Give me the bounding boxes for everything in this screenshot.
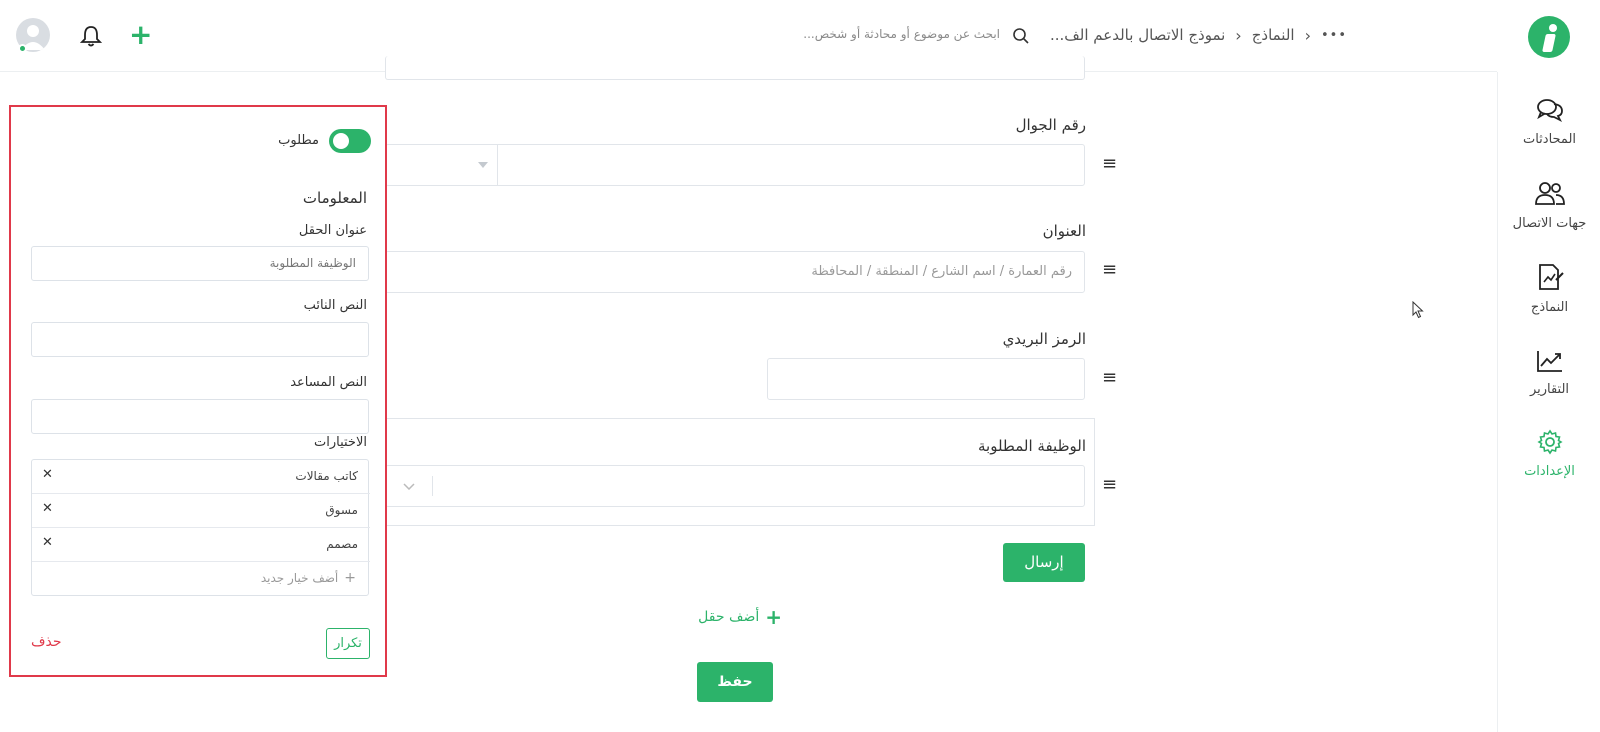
sidebar-item-settings[interactable]: الإعدادات — [1498, 428, 1600, 479]
add-new-button[interactable]: + — [129, 21, 152, 49]
help-text-label: النص المساعد — [290, 375, 367, 390]
sidebar-item-reports[interactable]: التقارير — [1498, 348, 1600, 397]
required-toggle[interactable] — [329, 129, 371, 153]
submit-button[interactable]: إرسال — [1003, 543, 1085, 582]
search-bar[interactable]: ابحث عن موضوع أو محادثة أو شخص... — [790, 22, 1030, 50]
online-status-dot — [18, 44, 27, 53]
breadcrumb-more[interactable]: ••• — [1321, 28, 1347, 43]
duplicate-button[interactable]: تكرار — [326, 628, 370, 659]
sidebar-item-forms[interactable]: النماذج — [1498, 262, 1600, 315]
form-field-partial-top[interactable] — [385, 56, 1085, 80]
address-input[interactable]: رقم العمارة / اسم الشارع / المنطقة / الم… — [385, 251, 1085, 293]
options-list: كاتب مقالات ✕ مسوق ✕ مصمم ✕ + أضف خيار ج… — [31, 459, 370, 596]
sidebar-item-label: التقارير — [1529, 382, 1570, 397]
field-label-job: الوظيفة المطلوبة — [978, 437, 1086, 455]
search-input[interactable]: ابحث عن موضوع أو محادثة أو شخص... — [803, 27, 1000, 41]
chat-bubbles-icon — [1536, 99, 1563, 123]
chevron-left-icon: ‹ — [1235, 25, 1242, 45]
plus-icon: + — [344, 570, 356, 586]
caret-down-icon — [478, 162, 488, 168]
options-label: الاختيارات — [314, 435, 367, 450]
notifications-bell-icon[interactable] — [79, 24, 103, 48]
sidebar-item-label: الإعدادات — [1524, 464, 1575, 479]
add-field-label: أضف حقل — [698, 609, 760, 625]
add-field-button[interactable]: + أضف حقل — [692, 606, 782, 628]
breadcrumb-forms-link[interactable]: النماذج — [1252, 26, 1295, 44]
sidebar-item-label: جهات الاتصال — [1512, 216, 1587, 231]
required-label: مطلوب — [278, 133, 319, 148]
drag-handle-icon[interactable]: ≡ — [1102, 474, 1117, 495]
search-icon — [1013, 28, 1029, 44]
add-option-button[interactable]: + أضف خيار جديد — [261, 570, 356, 586]
help-text-input[interactable] — [31, 399, 369, 434]
drag-handle-icon[interactable]: ≡ — [1102, 367, 1117, 388]
plus-icon: + — [765, 605, 782, 629]
field-label-mobile: رقم الجوال — [1015, 116, 1086, 134]
alt-text-label: النص النائب — [303, 298, 367, 313]
country-code-select[interactable] — [386, 145, 498, 185]
delete-button[interactable]: حذف — [31, 634, 62, 650]
field-label-address: العنوان — [1042, 222, 1086, 240]
address-placeholder: رقم العمارة / اسم الشارع / المنطقة / الم… — [811, 264, 1072, 279]
option-item[interactable]: مصمم ✕ — [32, 528, 370, 562]
add-option-label: أضف خيار جديد — [260, 571, 339, 585]
drag-handle-icon[interactable]: ≡ — [1102, 153, 1117, 174]
option-text: كاتب مقالات — [295, 469, 358, 483]
drag-handle-icon[interactable]: ≡ — [1102, 259, 1117, 280]
remove-option-icon[interactable]: ✕ — [42, 501, 53, 516]
chevron-left-icon: ‹ — [1304, 25, 1311, 45]
sidebar-item-conversations[interactable]: المحادثات — [1498, 96, 1600, 147]
option-text: مصمم — [326, 537, 358, 551]
remove-option-icon[interactable]: ✕ — [42, 535, 53, 550]
app-logo[interactable] — [1528, 16, 1570, 58]
breadcrumb: ••• ‹ النماذج ‹ نموذج الاتصال بالدعم الف… — [1050, 24, 1347, 46]
sidebar-item-contacts[interactable]: جهات الاتصال — [1498, 180, 1600, 231]
postal-code-input[interactable] — [767, 358, 1085, 400]
chevron-down-icon — [403, 483, 415, 490]
save-button[interactable]: حفظ — [697, 662, 773, 702]
option-item[interactable]: كاتب مقالات ✕ — [32, 460, 370, 494]
field-title-label: عنوان الحقل — [298, 223, 367, 238]
option-item[interactable]: مسوق ✕ — [32, 494, 370, 528]
mobile-number-input[interactable] — [385, 144, 1085, 186]
contacts-icon — [1534, 182, 1565, 205]
breadcrumb-current: نموذج الاتصال بالدعم الف... — [1049, 26, 1226, 44]
gear-icon — [1536, 429, 1563, 455]
forms-icon — [1538, 264, 1564, 290]
field-properties-panel: مطلوب المعلومات عنوان الحقل الوظيفة المط… — [9, 105, 387, 677]
field-title-input[interactable]: الوظيفة المطلوبة — [31, 246, 369, 281]
reports-chart-icon — [1536, 351, 1562, 372]
sidebar-item-label: النماذج — [1530, 300, 1569, 315]
field-title-value: الوظيفة المطلوبة — [269, 256, 356, 270]
option-text: مسوق — [325, 503, 358, 517]
alt-text-input[interactable] — [31, 322, 369, 357]
side-navigation: المحادثات جهات الاتصال النماذج التقارير … — [1497, 72, 1600, 732]
sidebar-item-label: المحادثات — [1522, 132, 1577, 147]
info-section-title: المعلومات — [302, 189, 367, 207]
remove-option-icon[interactable]: ✕ — [42, 467, 53, 482]
mouse-cursor-icon — [1412, 301, 1424, 319]
job-select[interactable] — [385, 465, 1085, 507]
field-label-postal-code: الرمز البريدي — [1002, 330, 1086, 348]
